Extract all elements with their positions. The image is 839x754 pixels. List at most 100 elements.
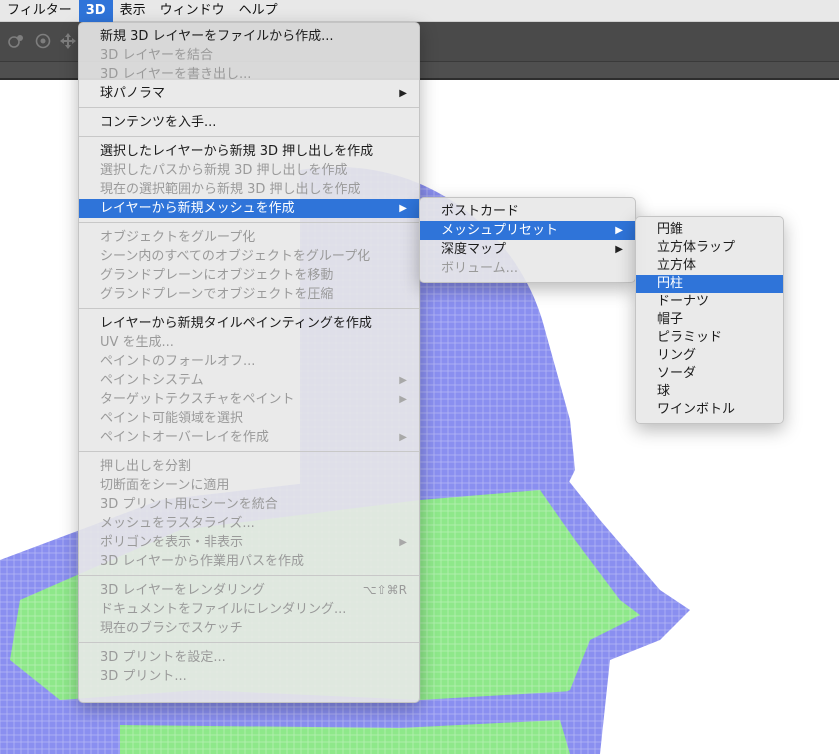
menu-item-label: 深度マップ <box>441 242 507 257</box>
menu-item-pyramid[interactable]: ピラミッド <box>636 329 783 347</box>
menu-item-shortcut: ⌥⇧⌘R <box>362 583 407 597</box>
menu-item-group-objects: オブジェクトをグループ化 <box>79 228 419 247</box>
menu-item-label: ポストカード <box>441 204 520 219</box>
pan-3d-icon[interactable] <box>58 31 78 51</box>
menu-item-label: ドキュメントをファイルにレンダリング... <box>100 602 347 617</box>
menu-item-show-hide-polygons: ポリゴンを表示・非表示 ▶ <box>79 533 419 552</box>
menu-item-label: 3D プリントを設定... <box>100 650 226 665</box>
menu-item-extrusion-from-path: 選択したパスから新規 3D 押し出しを作成 <box>79 161 419 180</box>
menu-separator <box>79 136 419 137</box>
menu-item-label: 3D レイヤーを結合 <box>100 48 214 63</box>
menu-item-cube-wrap[interactable]: 立方体ラップ <box>636 239 783 257</box>
menu-item-work-path-from-3d: 3D レイヤーから作業用パスを作成 <box>79 552 419 571</box>
menu-item-render-document-to-file: ドキュメントをファイルにレンダリング... <box>79 600 419 619</box>
menu-item-label: ボリューム... <box>441 261 519 276</box>
menu-item-new-3d-layer-from-file[interactable]: 新規 3D レイヤーをファイルから作成... <box>79 27 419 46</box>
menu-item-sphere[interactable]: 球 <box>636 383 783 401</box>
menu-separator <box>79 642 419 643</box>
menu-item-label: 新規 3D レイヤーをファイルから作成... <box>100 29 334 44</box>
menu-item-extrusion-from-layer[interactable]: 選択したレイヤーから新規 3D 押し出しを作成 <box>79 142 419 161</box>
menu-filter[interactable]: フィルター <box>0 0 79 22</box>
menu-item-label: シーン内のすべてのオブジェクトをグループ化 <box>100 249 371 264</box>
menu-bar: フィルター 3D 表示 ウィンドウ ヘルプ <box>0 0 839 22</box>
menu-item-mesh-preset[interactable]: メッシュプリセット ▶ <box>420 221 635 240</box>
menu-item-label: ペイントオーバーレイを作成 <box>100 430 269 445</box>
menu-separator <box>79 575 419 576</box>
menu-item-ring[interactable]: リング <box>636 347 783 365</box>
menu-item-select-paintable-area: ペイント可能領域を選択 <box>79 409 419 428</box>
menu-item-label: 選択したレイヤーから新規 3D 押し出しを作成 <box>100 144 374 159</box>
menu-item-depth-map[interactable]: 深度マップ ▶ <box>420 240 635 259</box>
orbit-3d-icon[interactable] <box>6 31 26 51</box>
menu-item-3d-print: 3D プリント... <box>79 667 419 686</box>
menu-item-paint-target-texture: ターゲットテクスチャをペイント ▶ <box>79 390 419 409</box>
menu-item-render-3d-layer: 3D レイヤーをレンダリング ⌥⇧⌘R <box>79 581 419 600</box>
menu-item-label: 3D レイヤーから作業用パスを作成 <box>100 554 305 569</box>
menu-item-postcard[interactable]: ポストカード <box>420 202 635 221</box>
menu-item-volume: ボリューム... <box>420 259 635 278</box>
submenu-arrow-icon: ▶ <box>399 537 407 548</box>
menu-item-label: 選択したパスから新規 3D 押し出しを作成 <box>100 163 348 178</box>
menu-item-donut[interactable]: ドーナツ <box>636 293 783 311</box>
menu-item-label: 立方体ラップ <box>657 240 736 255</box>
menu-item-create-paint-overlay: ペイントオーバーレイを作成 ▶ <box>79 428 419 447</box>
menu-item-label: ペイント可能領域を選択 <box>100 411 244 426</box>
menu-item-extrusion-from-selection: 現在の選択範囲から新規 3D 押し出しを作成 <box>79 180 419 199</box>
menu-item-label: ペイントシステム <box>100 373 204 388</box>
menu-item-label: 切断面をシーンに適用 <box>100 478 230 493</box>
menu-item-label: 現在のブラシでスケッチ <box>100 621 243 636</box>
menu-item-label: 帽子 <box>657 312 684 327</box>
menu-item-tiled-painting[interactable]: レイヤーから新規タイルペインティングを作成 <box>79 314 419 333</box>
menu-item-hat[interactable]: 帽子 <box>636 311 783 329</box>
submenu-mesh-preset: 円錐 立方体ラップ 立方体 円柱 ドーナツ 帽子 ピラミッド リング ソーダ 球… <box>635 216 784 424</box>
menu-item-cylinder[interactable]: 円柱 <box>636 275 783 293</box>
menu-item-paint-system: ペイントシステム ▶ <box>79 371 419 390</box>
menu-item-group-all-objects: シーン内のすべてのオブジェクトをグループ化 <box>79 247 419 266</box>
menu-item-compress-on-ground-plane: グランドプレーンでオブジェクトを圧縮 <box>79 285 419 304</box>
menu-item-label: 円錐 <box>657 222 684 237</box>
menu-item-label: 現在の選択範囲から新規 3D 押し出しを作成 <box>100 182 361 197</box>
menu-item-label: ワインボトル <box>657 402 736 417</box>
menu-item-wine-bottle[interactable]: ワインボトル <box>636 401 783 419</box>
menu-item-rasterize-mesh: メッシュをラスタライズ... <box>79 514 419 533</box>
menu-help[interactable]: ヘルプ <box>232 0 285 22</box>
menu-3d[interactable]: 3D <box>78 0 113 22</box>
menu-3d-dropdown: 新規 3D レイヤーをファイルから作成... 3D レイヤーを結合 3D レイヤ… <box>78 22 420 703</box>
submenu-new-mesh: ポストカード メッシュプリセット ▶ 深度マップ ▶ ボリューム... <box>419 197 636 283</box>
menu-item-cone[interactable]: 円錐 <box>636 221 783 239</box>
menu-item-merge-3d-layers: 3D レイヤーを結合 <box>79 46 419 65</box>
menu-item-label: 押し出しを分割 <box>100 459 192 474</box>
menu-item-paint-falloff: ペイントのフォールオフ... <box>79 352 419 371</box>
menu-item-label: メッシュをラスタライズ... <box>100 516 255 531</box>
menu-separator <box>79 308 419 309</box>
menu-item-unify-scene-for-print: 3D プリント用にシーンを統合 <box>79 495 419 514</box>
menu-item-generate-uvs: UV を生成... <box>79 333 419 352</box>
menu-item-label: 立方体 <box>657 258 697 273</box>
menu-item-new-mesh-from-layer[interactable]: レイヤーから新規メッシュを作成 ▶ <box>79 199 419 218</box>
submenu-arrow-icon: ▶ <box>399 394 407 405</box>
roll-3d-icon[interactable] <box>33 31 53 51</box>
menu-item-export-3d-layer: 3D レイヤーを書き出し... <box>79 65 419 84</box>
menu-item-label: 円柱 <box>657 276 684 291</box>
menu-item-label: 3D レイヤーを書き出し... <box>100 67 252 82</box>
menu-item-label: ピラミッド <box>657 330 723 345</box>
menu-item-label: グランドプレーンでオブジェクトを圧縮 <box>100 287 334 302</box>
menu-item-soda[interactable]: ソーダ <box>636 365 783 383</box>
menu-item-label: 3D プリント... <box>100 669 187 684</box>
menu-item-label: 球 <box>657 384 671 399</box>
menu-item-spherical-panorama[interactable]: 球パノラマ ▶ <box>79 84 419 103</box>
menu-item-split-extrusion: 押し出しを分割 <box>79 457 419 476</box>
menu-window[interactable]: ウィンドウ <box>153 0 232 22</box>
menu-item-label: ソーダ <box>657 366 697 381</box>
menu-item-label: メッシュプリセット <box>441 223 559 238</box>
menu-item-label: 球パノラマ <box>100 86 166 101</box>
menu-item-3d-print-settings: 3D プリントを設定... <box>79 648 419 667</box>
menu-item-label: ドーナツ <box>657 294 710 309</box>
submenu-arrow-icon: ▶ <box>399 88 407 99</box>
menu-view[interactable]: 表示 <box>113 0 153 22</box>
menu-separator <box>79 107 419 108</box>
submenu-arrow-icon: ▶ <box>615 244 623 255</box>
menu-item-get-content[interactable]: コンテンツを入手... <box>79 113 419 132</box>
submenu-arrow-icon: ▶ <box>399 203 407 214</box>
menu-item-cube[interactable]: 立方体 <box>636 257 783 275</box>
